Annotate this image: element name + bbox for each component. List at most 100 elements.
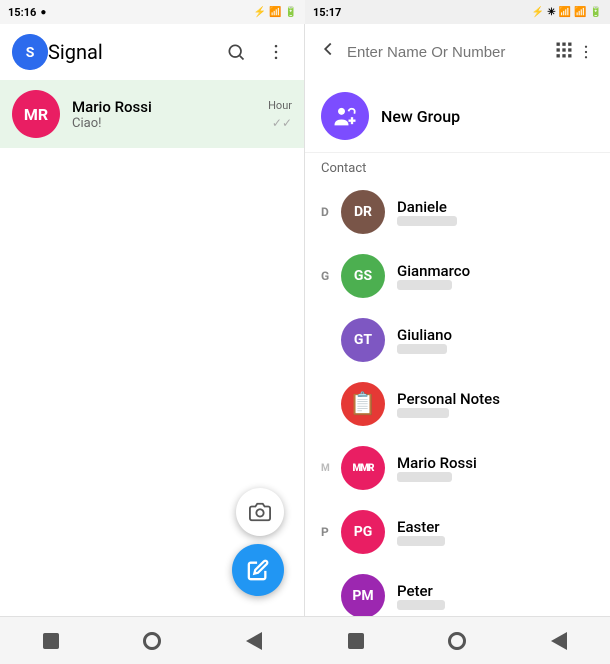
left-nav — [0, 617, 305, 664]
sub-daniele — [397, 216, 594, 226]
battery-icon: 🔋 — [285, 7, 297, 18]
fab-area — [0, 148, 304, 616]
name-personal-notes: Personal Notes — [397, 390, 594, 408]
info-personal-notes: Personal Notes — [397, 390, 594, 418]
chat-meta-mario: Hour ✓✓ — [268, 99, 292, 130]
right-panel: New Group Contact D DR Daniele G GS — [305, 24, 610, 616]
status-bars: 15:16 ● ⚡ 📶 🔋 15:17 ⚡ ✳ 📶 📶 🔋 — [0, 0, 610, 24]
main-area: S Signal MR — [0, 24, 610, 616]
sub-easter — [397, 536, 594, 546]
grid-icon[interactable] — [554, 40, 574, 65]
right-signal-icon: 📶 — [574, 7, 586, 18]
chat-name-mario: Mario Rossi — [72, 98, 268, 116]
right-battery-icon: 🔋 — [590, 7, 602, 18]
sub-mario-rossi — [397, 472, 594, 482]
right-nav-back[interactable] — [545, 627, 573, 655]
chat-time-mario: Hour — [268, 99, 292, 112]
avatar-personal-notes: 📋 — [341, 382, 385, 426]
info-daniele: Daniele — [397, 198, 594, 226]
avatar-easter: PG — [341, 510, 385, 554]
info-gianmarco: Gianmarco — [397, 262, 594, 290]
wifi-icon: 📶 — [269, 7, 281, 18]
avatar-gianmarco: GS — [341, 254, 385, 298]
triangle-icon — [246, 632, 262, 650]
contact-item-gianmarco[interactable]: G GS Gianmarco — [305, 244, 610, 308]
chat-avatar-initials: MR — [24, 105, 48, 124]
right-asterisk-icon: ✳ — [547, 7, 555, 18]
right-circle-icon — [448, 632, 466, 650]
left-dot-icon: ● — [40, 7, 46, 18]
right-nav — [305, 617, 610, 664]
sub-peter — [397, 600, 594, 610]
contact-item-giuliano[interactable]: GT Giuliano — [305, 308, 610, 372]
right-square-icon — [348, 633, 364, 649]
letter-d: D — [321, 205, 337, 219]
camera-fab[interactable] — [236, 488, 284, 536]
sub-blur-easter — [397, 536, 445, 546]
name-gianmarco: Gianmarco — [397, 262, 594, 280]
letter-p: P — [321, 525, 337, 539]
name-giuliano: Giuliano — [397, 326, 594, 344]
contact-item-peter[interactable]: PM Peter — [305, 564, 610, 616]
sub-gianmarco — [397, 280, 594, 290]
mmr-text: MMR — [352, 463, 373, 474]
sub-giuliano — [397, 344, 594, 354]
bluetooth-icon: ⚡ — [254, 7, 266, 18]
sub-blur-giuliano — [397, 344, 447, 354]
left-status-icons: ⚡ 📶 🔋 — [254, 7, 297, 18]
right-triangle-icon — [551, 632, 567, 650]
app-title: Signal — [48, 40, 220, 64]
info-peter: Peter — [397, 582, 594, 610]
right-header — [305, 24, 610, 80]
square-icon — [43, 633, 59, 649]
chat-preview-mario: Ciao! — [72, 116, 268, 131]
sub-blur-pn — [397, 408, 449, 418]
name-peter: Peter — [397, 582, 594, 600]
sub-blur-gianmarco — [397, 280, 452, 290]
right-bluetooth-icon: ⚡ — [532, 7, 544, 18]
right-nav-home[interactable] — [443, 627, 471, 655]
name-easter: Easter — [397, 518, 594, 536]
avatar-giuliano: GT — [341, 318, 385, 362]
left-nav-home[interactable] — [138, 627, 166, 655]
sub-blur-daniele — [397, 216, 457, 226]
contact-item-easter[interactable]: P PG Easter — [305, 500, 610, 564]
right-status-icons: ⚡ ✳ 📶 📶 🔋 — [532, 7, 602, 18]
left-nav-square[interactable] — [37, 627, 65, 655]
search-button[interactable] — [220, 36, 252, 68]
new-group-label: New Group — [381, 107, 460, 126]
app-logo: S — [12, 34, 48, 70]
sub-blur-peter — [397, 600, 445, 610]
more-button[interactable] — [260, 36, 292, 68]
contact-item-personal-notes[interactable]: 📋 Personal Notes — [305, 372, 610, 436]
letter-g: G — [321, 269, 337, 283]
right-nav-square[interactable] — [342, 627, 370, 655]
new-group-icon — [321, 92, 369, 140]
left-time: 15:16 — [8, 6, 36, 19]
circle-icon — [143, 632, 161, 650]
name-daniele: Daniele — [397, 198, 594, 216]
chat-check-icon: ✓✓ — [272, 116, 292, 130]
contact-item-mario-rossi[interactable]: M MMR Mario Rossi — [305, 436, 610, 500]
info-easter: Easter — [397, 518, 594, 546]
contact-item-daniele[interactable]: D DR Daniele — [305, 180, 610, 244]
right-wifi-icon: 📶 — [559, 7, 571, 18]
left-nav-back[interactable] — [240, 627, 268, 655]
info-giuliano: Giuliano — [397, 326, 594, 354]
right-status-bar: 15:17 ⚡ ✳ 📶 📶 🔋 — [305, 0, 610, 24]
search-input[interactable] — [347, 44, 546, 61]
back-button[interactable] — [317, 38, 339, 66]
right-more-button[interactable] — [574, 36, 598, 68]
left-header: S Signal — [0, 24, 304, 80]
left-panel: S Signal MR — [0, 24, 305, 616]
new-group-row[interactable]: New Group — [305, 80, 610, 153]
avatar-daniele: DR — [341, 190, 385, 234]
info-mario-rossi: Mario Rossi — [397, 454, 594, 482]
name-mario-rossi: Mario Rossi — [397, 454, 594, 472]
avatar-mario-rossi: MMR — [341, 446, 385, 490]
section-label: Contact — [305, 153, 610, 180]
contacts-list: D DR Daniele G GS Gianmarco — [305, 180, 610, 616]
compose-fab[interactable] — [232, 544, 284, 596]
avatar-peter: PM — [341, 574, 385, 616]
chat-item-mario[interactable]: MR Mario Rossi Ciao! Hour ✓✓ — [0, 80, 304, 148]
